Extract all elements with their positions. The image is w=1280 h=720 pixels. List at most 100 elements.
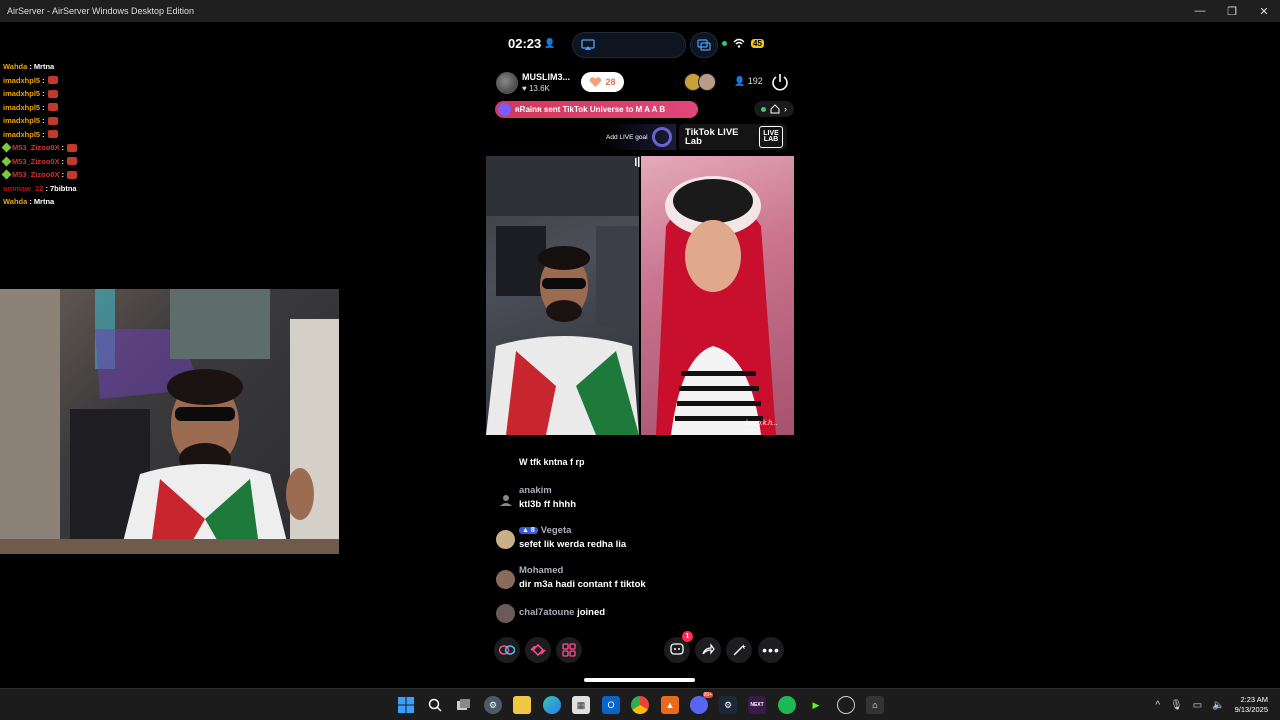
viewer-count[interactable]: 👤 192 bbox=[734, 76, 763, 87]
screen-mirror-pill[interactable] bbox=[690, 32, 718, 58]
close-button[interactable]: ✕ bbox=[1248, 0, 1280, 22]
minimize-button[interactable]: — bbox=[1184, 0, 1216, 22]
guest-video-scene bbox=[641, 156, 794, 435]
level-badge: ▲ 8 bbox=[519, 527, 538, 534]
discord-icon[interactable]: 99+ bbox=[690, 692, 713, 714]
overlay-chat-message: 7bibtna bbox=[49, 183, 77, 193]
live-lab-logo: LIVE LAB bbox=[759, 126, 783, 148]
webcam-feed bbox=[0, 289, 339, 554]
more-options-button[interactable]: ••• bbox=[758, 637, 784, 663]
microphone-icon[interactable]: 🎙 bbox=[1170, 700, 1183, 711]
share-button[interactable] bbox=[695, 637, 721, 663]
network-icon[interactable]: ▭ bbox=[1193, 700, 1202, 711]
chat-message[interactable]: ▲ 8 Vegeta sefet lik werda redha lia bbox=[494, 525, 784, 557]
add-live-goal-label: Add LIVE goal bbox=[606, 133, 648, 141]
chat-username-row[interactable]: ▲ 8 Vegeta bbox=[519, 525, 571, 536]
link-guest-button[interactable] bbox=[494, 637, 520, 663]
home-indicator[interactable] bbox=[584, 678, 695, 682]
taskbar-clock[interactable]: 2:23 AM 9/13/2025 bbox=[1235, 695, 1268, 715]
chat-avatar[interactable] bbox=[496, 530, 515, 549]
chat-username[interactable]: Mohamed bbox=[519, 565, 563, 576]
guest-video[interactable]: k.n.o.k.h... bbox=[641, 156, 794, 435]
chat-message[interactable]: anakim ktl3b ff hhhh bbox=[494, 485, 784, 517]
overlay-chat-colon: : bbox=[42, 75, 45, 85]
chat-avatar[interactable] bbox=[496, 570, 515, 589]
settings-gear-icon[interactable]: ⚙ bbox=[484, 696, 502, 714]
tiktok-live-lab-card[interactable]: TikTok LIVE Lab LIVE LAB bbox=[679, 124, 787, 150]
host-video-scene bbox=[486, 156, 639, 435]
task-view-icon[interactable] bbox=[455, 696, 473, 714]
store-icon[interactable]: ▦ bbox=[572, 696, 590, 714]
default-user-icon bbox=[499, 494, 512, 506]
chat-username[interactable]: anakim bbox=[519, 485, 552, 496]
kick-icon[interactable]: ▶ bbox=[807, 696, 825, 714]
goal-ring-icon bbox=[651, 127, 672, 147]
search-icon[interactable] bbox=[426, 696, 444, 714]
follow-button[interactable]: 28 bbox=[581, 72, 624, 92]
airserver-taskbar-icon[interactable]: ⌂ bbox=[866, 696, 884, 714]
airplay-pill[interactable] bbox=[572, 32, 686, 58]
phone-screen: 02:23 👤 45 MUSLIM3... ♥ 13.6K 28 👤 192 ʀ… bbox=[486, 22, 794, 688]
edge-browser-icon[interactable] bbox=[543, 696, 561, 714]
wifi-icon bbox=[733, 38, 745, 48]
next-app-icon[interactable]: NEXT bbox=[748, 696, 766, 714]
overlay-chat-colon: : bbox=[29, 197, 32, 207]
add-live-goal[interactable]: Add LIVE goal bbox=[602, 124, 676, 150]
home-icon bbox=[770, 104, 780, 114]
overlay-chat-row: imadxhpl5 : bbox=[3, 128, 123, 142]
battery-indicator: 45 bbox=[751, 38, 764, 48]
top-viewers[interactable] bbox=[684, 73, 716, 91]
host-avatar[interactable] bbox=[496, 72, 518, 94]
discord-badge: 99+ bbox=[702, 692, 713, 698]
overlay-chat-row: Wahda : Mrtna bbox=[3, 60, 123, 74]
top-viewer-avatar[interactable] bbox=[698, 73, 716, 91]
subscriber-badge-icon bbox=[1, 142, 12, 153]
chrome-icon[interactable] bbox=[631, 696, 649, 714]
match-button[interactable] bbox=[525, 637, 551, 663]
chat-avatar[interactable] bbox=[496, 490, 515, 509]
magic-wand-icon bbox=[733, 644, 746, 656]
obs-icon[interactable] bbox=[837, 696, 855, 714]
maximize-button[interactable]: ❐ bbox=[1216, 0, 1248, 22]
windows-start-icon[interactable] bbox=[397, 696, 415, 714]
effects-button[interactable] bbox=[726, 637, 752, 663]
title-bar: AirServer - AirServer Windows Desktop Ed… bbox=[0, 0, 1280, 22]
comments-button[interactable]: 1 bbox=[664, 631, 693, 663]
shop-pill[interactable]: › bbox=[754, 101, 794, 117]
overlay-chat-row: imadxhpl5 : bbox=[3, 74, 123, 88]
overlay-chat-user: M53_Zizoo0X bbox=[12, 156, 60, 166]
overlay-chat-row: M53_Zizoo0X : bbox=[1, 155, 123, 169]
system-tray: ^ 🎙 ▭ 🔈 2:23 AM 9/13/2025 bbox=[1155, 693, 1268, 717]
chevron-up-icon[interactable]: ^ bbox=[1155, 700, 1160, 711]
overlay-chat-colon: : bbox=[45, 183, 48, 193]
gift-banner-text: ʀRainʀ sent TikTok Universe to M A A B bbox=[515, 105, 666, 114]
chevron-right-icon: › bbox=[784, 104, 787, 114]
joined-username[interactable]: chal7atoune bbox=[519, 607, 574, 618]
host-likes-count: 13.6K bbox=[528, 84, 550, 93]
vlc-icon[interactable]: ▲ bbox=[661, 696, 679, 714]
more-features-button[interactable] bbox=[556, 637, 582, 663]
heart-icon: ♥ bbox=[522, 84, 527, 93]
overlay-chat-user: ommaw_22 bbox=[3, 183, 44, 193]
gift-banner[interactable]: ʀRainʀ sent TikTok Universe to M A A B bbox=[495, 101, 698, 118]
live-lab-title: TikTok LIVE Lab bbox=[685, 127, 739, 147]
overlay-chat-user: M53_Zizoo0X bbox=[12, 170, 60, 180]
heart-follow-icon bbox=[590, 76, 602, 87]
spotify-icon[interactable] bbox=[778, 696, 796, 714]
chat-message[interactable]: Mohamed dir m3a hadi contant f tiktok bbox=[494, 565, 784, 597]
overlay-chat-user: Wahda bbox=[3, 197, 28, 207]
emote-icon bbox=[47, 103, 58, 112]
live-host-bar: MUSLIM3... ♥ 13.6K 28 👤 192 bbox=[496, 70, 788, 96]
steam-icon[interactable]: ⚙ bbox=[719, 696, 737, 714]
chat-username: Vegeta bbox=[540, 525, 572, 536]
chat-text: dir m3a hadi contant f tiktok bbox=[519, 579, 646, 590]
chat-avatar[interactable] bbox=[496, 604, 515, 623]
power-icon[interactable] bbox=[770, 72, 790, 92]
file-explorer-icon[interactable] bbox=[513, 696, 531, 714]
host-name[interactable]: MUSLIM3... bbox=[522, 72, 570, 82]
volume-icon[interactable]: 🔈 bbox=[1212, 700, 1224, 711]
subscriber-badge-icon bbox=[1, 169, 12, 180]
outlook-icon[interactable]: O bbox=[602, 696, 620, 714]
host-video[interactable] bbox=[486, 156, 639, 435]
overlay-chat-user: imadxhpl5 bbox=[3, 102, 41, 112]
